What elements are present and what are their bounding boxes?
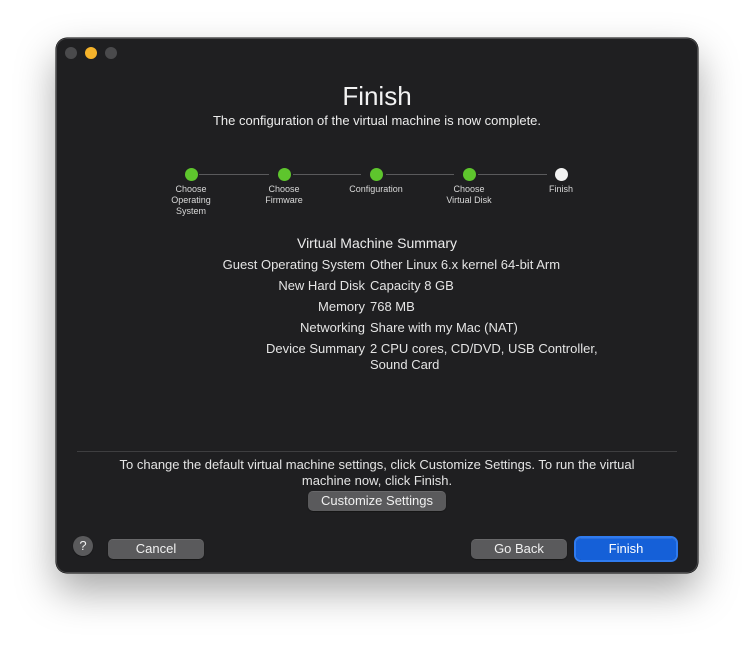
assistant-window: Finish The configuration of the virtual … xyxy=(56,38,698,573)
step-complete-dot xyxy=(462,168,476,181)
step-complete-dot xyxy=(369,168,383,181)
summary-row: New Hard Disk Capacity 8 GB xyxy=(57,278,697,294)
summary-list: Guest Operating System Other Linux 6.x k… xyxy=(57,257,697,378)
summary-heading: Virtual Machine Summary xyxy=(296,235,458,251)
step-current-dot xyxy=(554,168,568,181)
summary-key: Guest Operating System xyxy=(222,257,365,272)
step-label: Finish xyxy=(548,184,573,194)
step-finish: Finish xyxy=(521,168,601,195)
step-choose-os: Choose Operating System xyxy=(151,168,231,217)
step-complete-dot xyxy=(277,168,291,181)
step-label: Choose Operating System xyxy=(171,184,211,216)
summary-key: New Hard Disk xyxy=(278,278,365,293)
step-label: Configuration xyxy=(349,184,403,194)
cancel-button[interactable]: Cancel xyxy=(108,539,204,559)
step-configuration: Configuration xyxy=(336,168,416,195)
summary-value: Other Linux 6.x kernel 64-bit Arm xyxy=(370,257,561,272)
summary-value: 768 MB xyxy=(370,299,415,314)
summary-row: Networking Share with my Mac (NAT) xyxy=(57,320,697,336)
summary-key: Memory xyxy=(318,299,365,314)
finish-button[interactable]: Finish xyxy=(574,536,678,562)
summary-value: 2 CPU cores, CD/DVD, USB Controller, Sou… xyxy=(370,341,598,372)
customize-hint: To change the default virtual machine se… xyxy=(119,457,635,488)
summary-row: Memory 768 MB xyxy=(57,299,697,315)
summary-value: Capacity 8 GB xyxy=(370,278,454,293)
step-label: Choose Firmware xyxy=(265,184,303,205)
summary-row: Device Summary 2 CPU cores, CD/DVD, USB … xyxy=(57,341,697,373)
summary-row: Guest Operating System Other Linux 6.x k… xyxy=(57,257,697,273)
go-back-button[interactable]: Go Back xyxy=(471,539,567,559)
summary-key: Networking xyxy=(299,320,365,335)
step-choose-virtual-disk: Choose Virtual Disk xyxy=(429,168,509,206)
customize-settings-button[interactable]: Customize Settings xyxy=(308,491,446,511)
step-progress: Choose Operating System Choose Firmware … xyxy=(57,39,697,239)
summary-key: Device Summary xyxy=(266,341,365,356)
step-label: Choose Virtual Disk xyxy=(446,184,492,205)
step-choose-firmware: Choose Firmware xyxy=(244,168,324,206)
help-button[interactable]: ? xyxy=(73,536,93,556)
step-complete-dot xyxy=(184,168,198,181)
section-divider xyxy=(77,451,677,452)
summary-value: Share with my Mac (NAT) xyxy=(370,320,518,335)
